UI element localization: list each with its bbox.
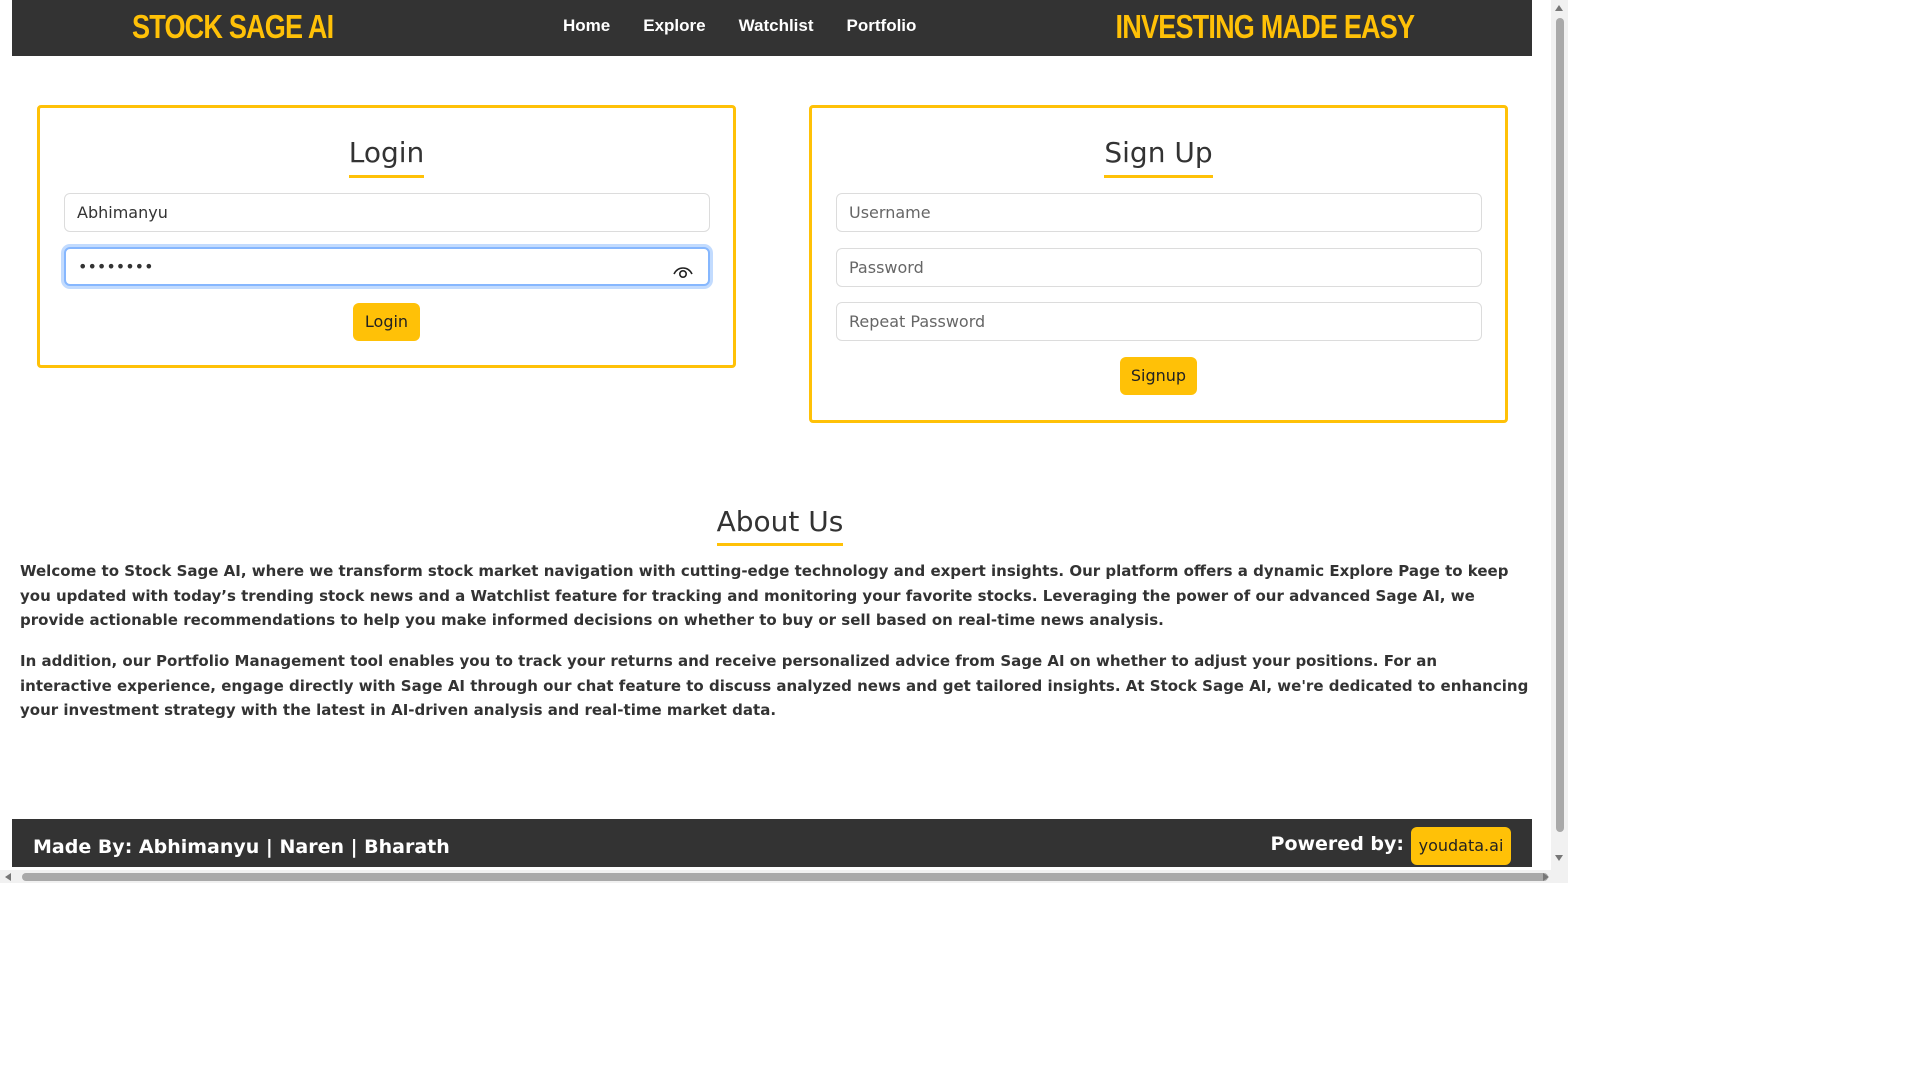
signup-repeat-password-input[interactable]: Repeat Password <box>836 302 1482 341</box>
top-navbar: STOCK SAGE AI Home Explore Watchlist Por… <box>12 0 1532 56</box>
nav-explore-link[interactable]: Explore <box>643 16 705 36</box>
vertical-scrollbar[interactable] <box>1551 0 1568 870</box>
vertical-scroll-thumb[interactable] <box>1556 18 1564 832</box>
tagline: INVESTING MADE EASY <box>1115 8 1414 45</box>
nav-portfolio-link[interactable]: Portfolio <box>847 16 917 36</box>
signup-username-input[interactable]: Username <box>836 193 1482 232</box>
about-title-text: About Us <box>716 504 844 546</box>
footer: Made By: Abhimanyu | Naren | Bharath Pow… <box>12 819 1532 867</box>
scroll-up-arrow-icon[interactable] <box>1555 5 1563 11</box>
scroll-right-arrow-icon[interactable] <box>1543 873 1549 881</box>
brand-logo[interactable]: STOCK SAGE AI <box>132 8 334 46</box>
password-masked-value: •••••••• <box>78 257 154 276</box>
nav-home-link[interactable]: Home <box>563 16 610 36</box>
signup-card: Sign Up Username Password Repeat Passwor… <box>809 105 1508 423</box>
horizontal-scroll-thumb[interactable] <box>22 873 1548 881</box>
eye-icon[interactable] <box>672 258 694 279</box>
login-title-text: Login <box>348 135 425 178</box>
login-password-input[interactable]: •••••••• <box>64 247 710 286</box>
powered-by-label: Powered by: <box>1270 833 1404 855</box>
login-button[interactable]: Login <box>353 303 420 341</box>
login-title: Login <box>40 135 733 178</box>
signup-password-input[interactable]: Password <box>836 248 1482 287</box>
signup-title-text: Sign Up <box>1104 135 1213 178</box>
login-card: Login Abhimanyu •••••••• Login <box>37 105 736 368</box>
about-paragraph-1: Welcome to Stock Sage AI, where we trans… <box>20 562 1509 629</box>
about-title: About Us <box>0 504 1560 546</box>
scroll-down-arrow-icon[interactable] <box>1555 855 1563 861</box>
scroll-left-arrow-icon[interactable] <box>5 873 11 881</box>
nav-links: Home Explore Watchlist Portfolio <box>563 16 916 36</box>
login-username-input[interactable]: Abhimanyu <box>64 193 710 232</box>
nav-watchlist-link[interactable]: Watchlist <box>739 16 814 36</box>
youdata-link-button[interactable]: youdata.ai <box>1411 827 1511 865</box>
horizontal-scrollbar[interactable] <box>0 870 1568 883</box>
signup-button[interactable]: Signup <box>1120 357 1197 395</box>
made-by-text: Made By: Abhimanyu | Naren | Bharath <box>33 836 450 858</box>
about-paragraph-2: In addition, our Portfolio Management to… <box>20 652 1529 719</box>
signup-title: Sign Up <box>812 135 1505 178</box>
